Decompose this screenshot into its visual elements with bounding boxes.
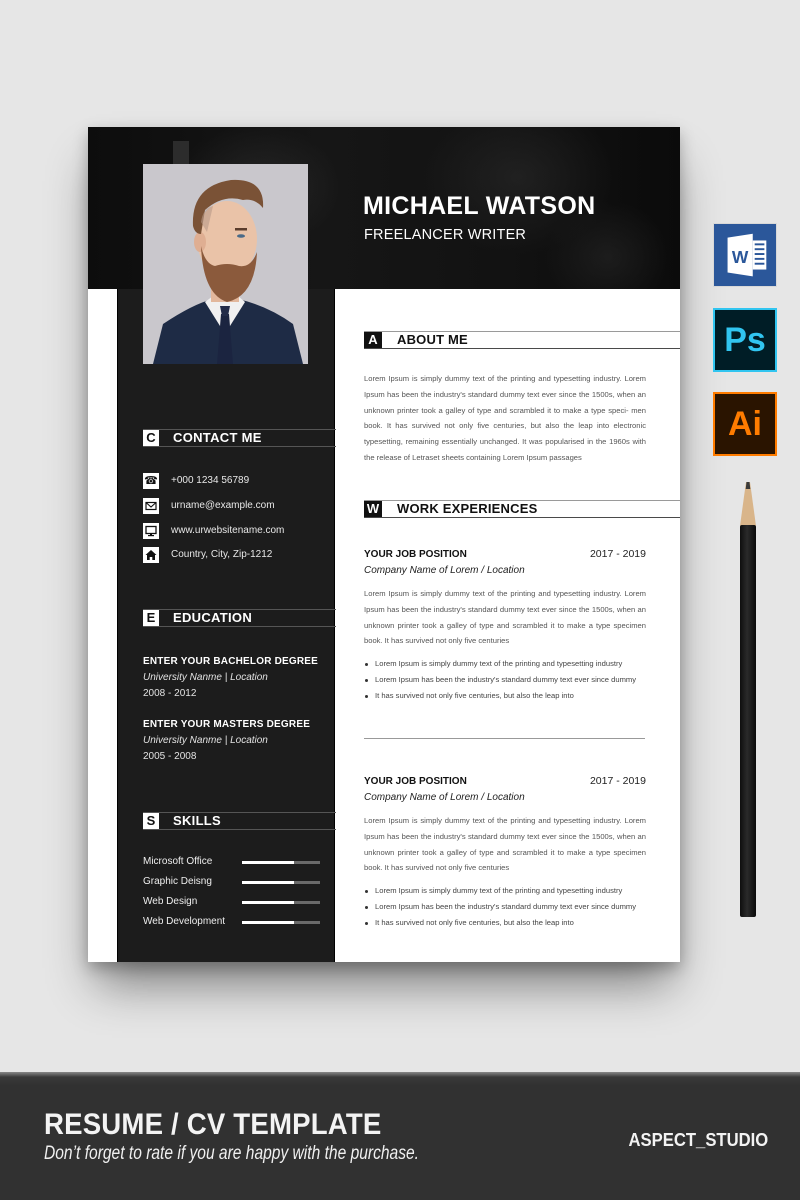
about-heading: A ABOUT ME: [364, 331, 680, 349]
job-bullet: It has survived not only five centuries,…: [364, 915, 654, 931]
skill-item: Graphic Deisng: [143, 875, 323, 889]
pencil-decoration: [740, 482, 756, 917]
contact-phone-text[interactable]: +000 1234 56789: [171, 473, 249, 489]
skill-name: Microsoft Office: [143, 856, 213, 867]
skill-bar-track: [242, 921, 320, 924]
skills-letter-badge: S: [143, 813, 159, 829]
job-bullet: Lorem Ipsum is simply dummy text of the …: [364, 656, 654, 672]
job-bullets: Lorem Ipsum is simply dummy text of the …: [364, 656, 654, 704]
job-description: Lorem Ipsum is simply dummy text of the …: [364, 589, 646, 646]
contact-website-text[interactable]: www.urwebsitename.com: [171, 523, 284, 539]
job-bullets: Lorem Ipsum is simply dummy text of the …: [364, 883, 654, 931]
job-years: 2017 - 2019: [589, 548, 646, 560]
skills-heading-label: SKILLS: [173, 813, 222, 828]
word-icon: W: [713, 223, 777, 287]
photoshop-icon: Ps: [713, 308, 777, 372]
education-years: 2008 - 2012: [143, 688, 197, 699]
skill-item: Web Development: [143, 915, 323, 929]
contact-address: Country, City, Zip-1212: [143, 547, 333, 563]
banner-brand: ASPECT_STUDIO: [628, 1129, 768, 1150]
contact-heading-label: CONTACT ME: [173, 430, 262, 445]
job-bullet: Lorem Ipsum has been the industry's stan…: [364, 672, 654, 688]
education-university: University Nanme | Location: [143, 672, 268, 683]
candidate-title: FREELANCER WRITER: [364, 227, 527, 243]
contact-phone: ☎ +000 1234 56789: [143, 473, 333, 489]
education-university: University Nanme | Location: [143, 735, 268, 746]
skill-name: Web Design: [143, 896, 198, 907]
skill-bar-track: [242, 901, 320, 904]
skill-bar-track: [242, 861, 320, 864]
illustrator-icon-label: Ai: [728, 404, 762, 443]
skill-name: Web Development: [143, 916, 226, 927]
job-bullet: It has survived not only five centuries,…: [364, 688, 654, 704]
job-bullet: Lorem Ipsum has been the industry's stan…: [364, 899, 654, 915]
contact-heading: C CONTACT ME: [143, 429, 336, 447]
skill-bar-fill: [242, 881, 295, 884]
skill-bar-fill: [242, 921, 295, 924]
about-letter-badge: A: [364, 332, 382, 348]
job-company: Company Name of Lorem / Location: [364, 792, 525, 803]
work-letter-badge: W: [364, 501, 382, 517]
contact-email: urname@example.com: [143, 498, 333, 514]
skill-name: Graphic Deisng: [143, 876, 212, 887]
job-position: YOUR JOB POSITION: [364, 549, 467, 560]
work-heading: W WORK EXPERIENCES: [364, 500, 680, 518]
portrait-illustration: [143, 164, 308, 364]
skill-bar-fill: [242, 901, 295, 904]
education-years: 2005 - 2008: [143, 751, 197, 762]
word-icon-label: W: [732, 247, 749, 267]
job-bullet: Lorem Ipsum is simply dummy text of the …: [364, 883, 654, 899]
education-item: ENTER YOUR BACHELOR DEGREE University Na…: [143, 654, 333, 702]
contact-letter-badge: C: [143, 430, 159, 446]
job-company: Company Name of Lorem / Location: [364, 565, 525, 576]
contact-website: www.urwebsitename.com: [143, 523, 333, 539]
illustrator-icon: Ai: [713, 392, 777, 456]
education-heading-label: EDUCATION: [173, 610, 253, 625]
work-heading-label: WORK EXPERIENCES: [397, 501, 538, 516]
skill-bar-fill: [242, 861, 295, 864]
contact-address-text: Country, City, Zip-1212: [171, 549, 273, 560]
skill-item: Microsoft Office: [143, 855, 323, 869]
about-text: Lorem Ipsum is simply dummy text of the …: [364, 374, 646, 462]
skill-bar-track: [242, 881, 320, 884]
skills-heading: S SKILLS: [143, 812, 336, 830]
profile-photo: [143, 164, 308, 364]
monitor-icon: [143, 523, 159, 539]
banner-title: RESUME / CV TEMPLATE: [44, 1108, 382, 1141]
education-item: ENTER YOUR MASTERS DEGREE University Nan…: [143, 717, 333, 765]
education-degree: ENTER YOUR MASTERS DEGREE: [143, 719, 311, 730]
about-heading-label: ABOUT ME: [397, 332, 468, 347]
job-separator: [364, 738, 645, 739]
job-years: 2017 - 2019: [589, 775, 646, 787]
banner-subtitle: Don’t forget to rate if you are happy wi…: [44, 1143, 420, 1164]
photoshop-icon-label: Ps: [724, 320, 766, 359]
education-letter-badge: E: [143, 610, 159, 626]
phone-icon: ☎: [143, 473, 159, 489]
resume-page: MICHAEL WATSON FREELANCER WRITER C CONTA…: [88, 127, 680, 962]
candidate-name: MICHAEL WATSON: [363, 192, 596, 220]
promo-banner: RESUME / CV TEMPLATE Don’t forget to rat…: [0, 1072, 800, 1200]
contact-email-text[interactable]: urname@example.com: [171, 498, 275, 514]
job-description: Lorem Ipsum is simply dummy text of the …: [364, 816, 646, 873]
education-degree: ENTER YOUR BACHELOR DEGREE: [143, 656, 319, 667]
job-position: YOUR JOB POSITION: [364, 776, 467, 787]
skill-item: Web Design: [143, 895, 323, 909]
envelope-icon: [143, 498, 159, 514]
education-heading: E EDUCATION: [143, 609, 336, 627]
home-icon: [143, 547, 159, 563]
